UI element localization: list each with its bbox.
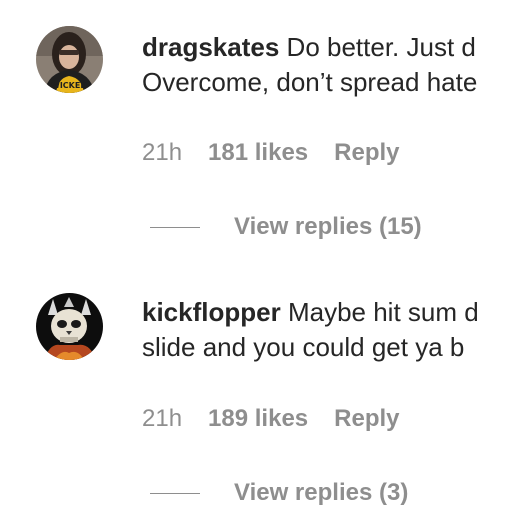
username-link[interactable]: dragskates bbox=[142, 32, 279, 62]
comment-body-line-1: Maybe hit sum d bbox=[287, 297, 479, 327]
reply-button[interactable]: Reply bbox=[334, 403, 399, 435]
avatar[interactable]: WICKED bbox=[36, 26, 103, 93]
timestamp[interactable]: 21h bbox=[142, 137, 182, 169]
comment-body-line-2: slide and you could get ya b bbox=[142, 332, 465, 362]
comment-line-1: kickflopper Maybe hit sum d bbox=[142, 295, 520, 330]
timestamp[interactable]: 21h bbox=[142, 403, 182, 435]
divider-line bbox=[150, 227, 200, 228]
profile-photo-icon: WICKED bbox=[36, 26, 103, 93]
comment-meta: 21h 181 likes Reply bbox=[142, 137, 400, 169]
view-replies-label: View replies (15) bbox=[234, 213, 422, 240]
username-link[interactable]: kickflopper bbox=[142, 297, 281, 327]
divider-line bbox=[150, 493, 200, 494]
avatar[interactable] bbox=[36, 293, 103, 360]
profile-photo-icon bbox=[36, 293, 103, 360]
comment-meta: 21h 189 likes Reply bbox=[142, 403, 400, 435]
svg-text:WICKED: WICKED bbox=[51, 81, 87, 90]
likes-count[interactable]: 189 likes bbox=[208, 403, 308, 435]
comment-text: kickflopper Maybe hit sum d slide and yo… bbox=[142, 295, 520, 365]
comment-body-line-2: Overcome, don’t spread hate bbox=[142, 67, 478, 97]
view-replies-label: View replies (3) bbox=[234, 479, 409, 506]
likes-count[interactable]: 181 likes bbox=[208, 137, 308, 169]
comment-text: dragskates Do better. Just d Overcome, d… bbox=[142, 30, 520, 100]
comment-body-line-1: Do better. Just d bbox=[286, 32, 476, 62]
comment-line-1: dragskates Do better. Just d bbox=[142, 30, 520, 65]
reply-button[interactable]: Reply bbox=[334, 137, 399, 169]
